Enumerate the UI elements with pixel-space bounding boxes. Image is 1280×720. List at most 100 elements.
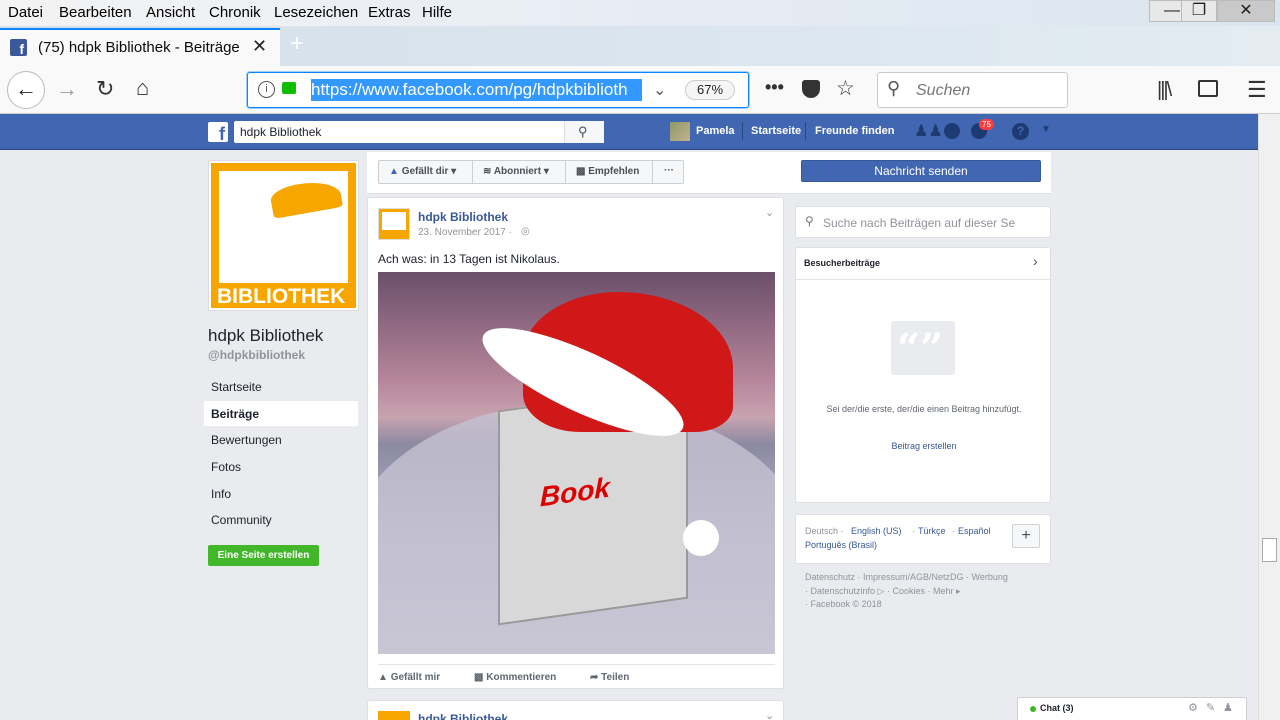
chat-bar[interactable]: Chat (3) ⚙ ✎ ♟	[1017, 697, 1247, 720]
page-profile-picture[interactable]: BIBLIOTHEK	[208, 160, 359, 311]
post-author[interactable]: hdpk Bibliothek	[418, 210, 508, 224]
thumbs-up-icon: ▲	[389, 166, 399, 177]
post-author[interactable]: hdpk Bibliothek	[418, 712, 508, 720]
post-author-avatar[interactable]	[378, 711, 410, 720]
recommend-button[interactable]: ▩ Empfehlen	[566, 161, 653, 183]
chevron-down-icon[interactable]: ⌄	[653, 80, 666, 100]
facebook-search-value: hdpk Bibliothek	[240, 125, 322, 139]
send-message-button[interactable]: Nachricht senden	[801, 160, 1041, 182]
add-language-button[interactable]: +	[1012, 524, 1040, 548]
info-icon[interactable]: i	[258, 81, 275, 98]
post-share-button[interactable]: ➦ Teilen	[590, 672, 629, 683]
facebook-header	[0, 114, 1258, 150]
help-icon[interactable]: ?	[1012, 123, 1029, 140]
lock-icon	[282, 82, 296, 94]
pocket-icon[interactable]	[802, 80, 820, 98]
account-menu-icon[interactable]: ▼	[1041, 124, 1051, 135]
url-bar[interactable]: i https://www.facebook.com/pg/hdpkbiblio…	[247, 72, 855, 108]
sidebar-item-bewertungen[interactable]: Bewertungen	[211, 433, 282, 447]
page-post-search-input[interactable]: Suche nach Beiträgen auf dieser Se	[823, 216, 1045, 230]
menu-icon[interactable]: ☰	[1247, 77, 1267, 103]
search-bar[interactable]: ⚲ Suchen	[877, 72, 1068, 108]
footer-line-2[interactable]: · Datenschutzinfo ▷ · Cookies · Mehr ▸	[805, 585, 1051, 599]
visitor-posts-title[interactable]: Besucherbeiträge	[804, 258, 880, 268]
language-spanish[interactable]: Español	[958, 526, 991, 536]
search-icon: ⚲	[805, 214, 814, 228]
page-actions-icon[interactable]: •••	[765, 77, 784, 98]
tab-active[interactable]: f (75) hdpk Bibliothek - Beiträge ✕	[0, 28, 280, 66]
nav-home-link[interactable]: Startseite	[751, 125, 801, 137]
reload-button[interactable]: ↻	[96, 76, 114, 102]
book-word: Book	[540, 471, 610, 513]
post-like-button[interactable]: ▲ Gefällt mir	[378, 672, 440, 683]
menu-lesezeichen[interactable]: Lesezeichen	[274, 4, 358, 21]
recommend-label: Empfehlen	[588, 166, 640, 177]
language-turkish[interactable]: Türkçe	[918, 526, 946, 536]
like-page-button[interactable]: ▲ Gefällt dir ▾	[379, 161, 473, 183]
zoom-indicator[interactable]: 67%	[685, 80, 735, 100]
create-page-button[interactable]: Eine Seite erstellen	[208, 545, 319, 566]
post-share-label: Teilen	[601, 672, 630, 683]
sidebar-item-community[interactable]: Community	[211, 513, 272, 527]
card-divider	[796, 279, 1052, 280]
messenger-icon[interactable]	[944, 123, 960, 139]
post-options-icon[interactable]: ⌄	[765, 206, 774, 219]
page-handle[interactable]: @hdpkbibliothek	[208, 348, 305, 362]
close-window-button[interactable]: ✕	[1217, 0, 1275, 22]
close-tab-icon[interactable]: ✕	[252, 36, 267, 57]
follow-button[interactable]: ≋ Abonniert ▾	[473, 161, 566, 183]
scrollbar[interactable]	[1258, 114, 1280, 720]
url-input[interactable]: https://www.facebook.com/pg/hdpkbiblioth	[311, 79, 642, 101]
chevron-right-icon[interactable]: ›	[1033, 253, 1038, 269]
page-post-search[interactable]: ⚲ Suche nach Beiträgen auf dieser Se	[795, 206, 1051, 238]
maximize-button[interactable]: ❐	[1181, 0, 1217, 22]
post-options-icon[interactable]: ⌄	[765, 709, 774, 720]
sidebar-icon[interactable]	[1198, 80, 1218, 97]
back-button[interactable]: ←	[7, 71, 45, 109]
more-actions-button[interactable]: ···	[653, 161, 685, 183]
sidebar-item-startseite[interactable]: Startseite	[211, 380, 262, 394]
menu-extras[interactable]: Extras	[368, 4, 411, 21]
page-name[interactable]: hdpk Bibliothek	[208, 326, 323, 346]
forward-button[interactable]: →	[56, 76, 78, 102]
home-button[interactable]: ⌂	[136, 75, 149, 101]
post-card-2: hdpk Bibliothek ⌄	[367, 700, 784, 720]
language-english[interactable]: English (US)	[851, 526, 902, 536]
menu-datei[interactable]: Datei	[8, 4, 43, 21]
magnifier-icon: ⚲	[578, 124, 588, 139]
post-image[interactable]: Book	[378, 272, 775, 654]
sidebar-item-beitraege[interactable]: Beiträge	[211, 407, 259, 421]
chat-compose-icon[interactable]: ✎	[1206, 701, 1215, 714]
footer-line-1[interactable]: Datenschutz · Impressum/AGB/NetzDG · Wer…	[805, 571, 1051, 585]
chat-settings-icon[interactable]: ⚙	[1188, 701, 1198, 714]
menu-ansicht[interactable]: Ansicht	[146, 4, 195, 21]
post-divider	[378, 664, 775, 665]
nav-find-friends-link[interactable]: Freunde finden	[815, 125, 894, 137]
menu-hilfe[interactable]: Hilfe	[422, 4, 452, 21]
post-comment-button[interactable]: ▩ Kommentieren	[474, 672, 556, 683]
search-input[interactable]: Suchen	[916, 82, 970, 100]
facebook-search-button[interactable]: ⚲	[564, 121, 604, 143]
nav-profile-link[interactable]: Pamela	[696, 125, 735, 137]
bookmark-star-icon[interactable]: ☆	[836, 76, 855, 101]
facebook-logo-icon[interactable]: f	[208, 122, 228, 144]
library-icon[interactable]: |||\	[1157, 79, 1172, 102]
create-post-link[interactable]: Beitrag erstellen	[796, 441, 1052, 451]
sidebar-item-fotos[interactable]: Fotos	[211, 460, 241, 474]
facebook-search-input[interactable]: hdpk Bibliothek ⚲	[234, 121, 604, 143]
post-date[interactable]: 23. November 2017 ·	[418, 227, 512, 238]
menu-chronik[interactable]: Chronik	[209, 4, 261, 21]
like-page-label: Gefällt dir	[401, 166, 449, 177]
scrollbar-thumb[interactable]	[1262, 538, 1277, 562]
post-author-avatar[interactable]	[378, 208, 410, 240]
friend-requests-icon[interactable]: ♟♟	[914, 121, 943, 141]
post-text: Ach was: in 13 Tagen ist Nikolaus.	[378, 252, 560, 266]
chat-group-icon[interactable]: ♟	[1223, 701, 1233, 714]
sidebar-item-info[interactable]: Info	[211, 487, 231, 501]
quote-mark-icon: “”	[897, 325, 944, 372]
avatar[interactable]	[670, 122, 690, 141]
language-separator: ·	[952, 526, 955, 536]
menu-bearbeiten[interactable]: Bearbeiten	[59, 4, 132, 21]
new-tab-button[interactable]: +	[290, 30, 304, 58]
language-portuguese[interactable]: Português (Brasil)	[805, 540, 877, 550]
